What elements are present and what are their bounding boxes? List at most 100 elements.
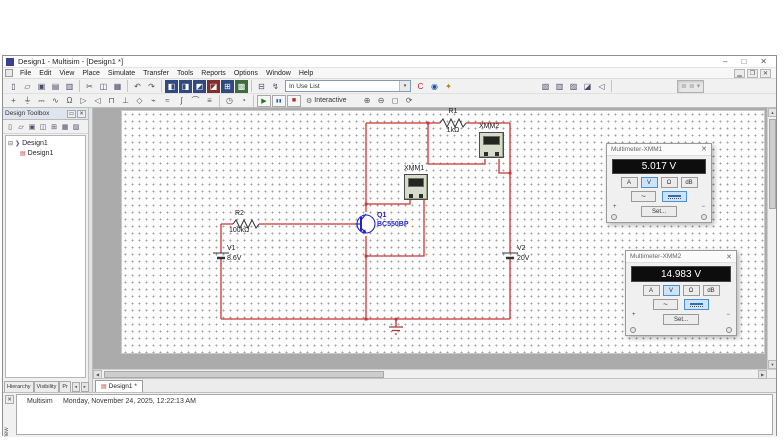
menu-item[interactable]: View bbox=[55, 70, 78, 77]
place-bus-icon[interactable]: ≡ bbox=[203, 95, 216, 107]
dc-button[interactable] bbox=[662, 191, 687, 202]
v2-ref-label[interactable]: V2 bbox=[517, 245, 526, 253]
zoom-out-canvas-icon[interactable]: ⊖ bbox=[375, 95, 388, 107]
volt-mode-button[interactable]: V bbox=[662, 285, 680, 296]
panel-close-button[interactable]: ✕ bbox=[77, 109, 86, 118]
tab-design1[interactable]: ▤ Design1 * bbox=[95, 380, 143, 392]
place-indicator-icon[interactable]: ≈ bbox=[161, 95, 174, 107]
toolbox-tab[interactable]: Pr bbox=[59, 381, 71, 392]
place-dc-icon[interactable]: ⎓ bbox=[35, 95, 48, 107]
scroll-down-icon[interactable]: ▼ bbox=[768, 360, 776, 369]
horizontal-scroll-thumb[interactable] bbox=[104, 371, 384, 378]
tb-view-icon[interactable]: ▦ bbox=[60, 121, 70, 132]
tab-scroll-left-icon[interactable]: ◂ bbox=[71, 382, 80, 392]
wizard-icon[interactable]: ✦ bbox=[442, 80, 455, 93]
cut-icon[interactable]: ✂ bbox=[83, 80, 96, 93]
scroll-left-icon[interactable]: ◀ bbox=[93, 370, 102, 379]
menu-item[interactable]: Transfer bbox=[139, 70, 173, 77]
place-cmos-icon[interactable]: ◇ bbox=[133, 95, 146, 107]
place-power-icon[interactable]: ∫ bbox=[175, 95, 188, 107]
help-mode-icon[interactable]: ≣ bbox=[681, 82, 687, 90]
report-icon[interactable]: ◪ bbox=[581, 80, 594, 93]
new-icon[interactable]: ▯ bbox=[7, 80, 20, 93]
database-icon[interactable]: ◉ bbox=[428, 80, 441, 93]
v2-value-label[interactable]: 20V bbox=[517, 255, 529, 263]
child-close-button[interactable]: ✕ bbox=[760, 68, 771, 78]
child-restore-button[interactable]: ❐ bbox=[747, 68, 758, 78]
v1-ref-label[interactable]: V1 bbox=[227, 245, 236, 253]
print-icon[interactable]: ▤ bbox=[49, 80, 62, 93]
place-misc-icon[interactable]: ⌁ bbox=[147, 95, 160, 107]
in-use-list-combo[interactable]: In Use List ▾ bbox=[285, 80, 411, 92]
panel-minimize-button[interactable]: ▭ bbox=[67, 109, 76, 118]
paste-icon[interactable]: ▦ bbox=[111, 80, 124, 93]
set-button[interactable]: Set... bbox=[663, 314, 699, 325]
tree-child-label[interactable]: Design1 bbox=[28, 150, 54, 157]
vertical-scrollbar[interactable]: ▲ ▼ bbox=[767, 108, 776, 369]
menu-item[interactable]: Simulate bbox=[104, 70, 139, 77]
run-simulation-button[interactable]: ▶ bbox=[257, 94, 271, 107]
tb-open-icon[interactable]: ▱ bbox=[16, 121, 26, 132]
spreadsheet-close-icon[interactable]: ✕ bbox=[5, 395, 14, 404]
place-transistor-icon[interactable]: ◁ bbox=[91, 95, 104, 107]
place-resistor-icon[interactable]: Ω bbox=[63, 95, 76, 107]
breadboard-icon[interactable]: ⊟ bbox=[255, 80, 268, 93]
r2-ref-label[interactable]: R2 bbox=[235, 210, 244, 218]
place-diode-icon[interactable]: ▷ bbox=[77, 95, 90, 107]
plus-terminal[interactable] bbox=[611, 214, 617, 220]
scroll-up-icon[interactable]: ▲ bbox=[768, 108, 776, 117]
undo-icon[interactable]: ↶ bbox=[131, 80, 144, 93]
menu-item[interactable]: Tools bbox=[173, 70, 197, 77]
r2-value-label[interactable]: 100kΩ bbox=[229, 227, 249, 235]
toolbox-tab[interactable]: Hierarchy bbox=[4, 381, 34, 392]
place-analog-icon[interactable]: ⊓ bbox=[105, 95, 118, 107]
multimeter-xmm2-window[interactable]: Multimeter-XMM2 ✕ 14.983 V A V ΩdB ~ + Set… bbox=[625, 250, 737, 336]
stop-simulation-button[interactable]: ■ bbox=[287, 94, 301, 107]
minus-terminal[interactable] bbox=[701, 214, 707, 220]
instrument-title-bar[interactable]: Multimeter-XMM2 ✕ bbox=[626, 251, 736, 263]
place-ttl-icon[interactable]: ⊥ bbox=[119, 95, 132, 107]
extra-dropdown-icon[interactable]: ▾ bbox=[697, 82, 701, 90]
ohm-mode-button[interactable]: Ω bbox=[660, 177, 678, 188]
r1-ref-label[interactable]: R1 bbox=[440, 108, 466, 116]
tab-scroll-right-icon[interactable]: ▸ bbox=[80, 382, 89, 392]
multimeter-xmm2-symbol[interactable] bbox=[479, 132, 504, 158]
tb-delete-icon[interactable]: ▨ bbox=[71, 121, 81, 132]
instrument-title-bar[interactable]: Multimeter-XMM1 ✕ bbox=[607, 144, 711, 156]
print-preview-icon[interactable]: ▥ bbox=[63, 80, 76, 93]
xmm2-ref-label[interactable]: XMM2 bbox=[479, 123, 499, 131]
xmm1-ref-label[interactable]: XMM1 bbox=[404, 165, 424, 173]
zoom-refresh-icon[interactable]: ⟳ bbox=[403, 95, 416, 107]
sound-icon[interactable]: ◁ bbox=[595, 80, 608, 93]
multimeter-xmm1-window[interactable]: Multimeter-XMM1 ✕ 5.017 V A V ΩdB ~ + Set.… bbox=[606, 143, 712, 223]
filter-icon[interactable]: ≣ bbox=[689, 82, 695, 90]
menu-item[interactable]: Help bbox=[295, 70, 317, 77]
simulate-switch-icon[interactable]: ◷ bbox=[223, 95, 236, 107]
ampere-mode-button[interactable]: A bbox=[620, 177, 638, 188]
ac-button[interactable]: ~ bbox=[631, 191, 656, 202]
place-rf-icon[interactable]: ⌒ bbox=[189, 95, 202, 107]
place-source-icon[interactable]: + bbox=[7, 95, 20, 107]
plus-terminal[interactable] bbox=[630, 327, 636, 333]
zoom-page-icon[interactable]: ◪ bbox=[207, 79, 220, 93]
ac-button[interactable]: ~ bbox=[653, 299, 678, 310]
place-ac-icon[interactable]: ∿ bbox=[49, 95, 62, 107]
simulation-profile[interactable]: ⚙ Interactive bbox=[306, 97, 347, 105]
analysis-icon[interactable]: ▥ bbox=[553, 80, 566, 93]
ampere-mode-button[interactable]: A bbox=[642, 285, 660, 296]
erc-icon[interactable]: ↯ bbox=[269, 80, 282, 93]
menu-item[interactable]: Window bbox=[262, 70, 295, 77]
menu-item[interactable]: Options bbox=[230, 70, 262, 77]
close-icon[interactable]: ✕ bbox=[726, 253, 732, 261]
zoom-fit-icon[interactable]: ◩ bbox=[193, 79, 206, 93]
menu-item[interactable]: Place bbox=[78, 70, 104, 77]
q1-ref-label[interactable]: Q1 bbox=[377, 212, 386, 220]
minimize-button[interactable]: – bbox=[723, 57, 727, 67]
pause-simulation-button[interactable]: ▮▮ bbox=[272, 94, 286, 107]
tb-new-icon[interactable]: ▯ bbox=[5, 121, 15, 132]
menu-item[interactable]: Edit bbox=[35, 70, 55, 77]
child-minimize-button[interactable]: ▁ bbox=[734, 68, 745, 78]
tb-folder-icon[interactable]: ◫ bbox=[38, 121, 48, 132]
chevron-down-icon[interactable]: ▾ bbox=[399, 81, 410, 91]
horizontal-scrollbar[interactable]: ◀ ▶ bbox=[93, 369, 776, 379]
